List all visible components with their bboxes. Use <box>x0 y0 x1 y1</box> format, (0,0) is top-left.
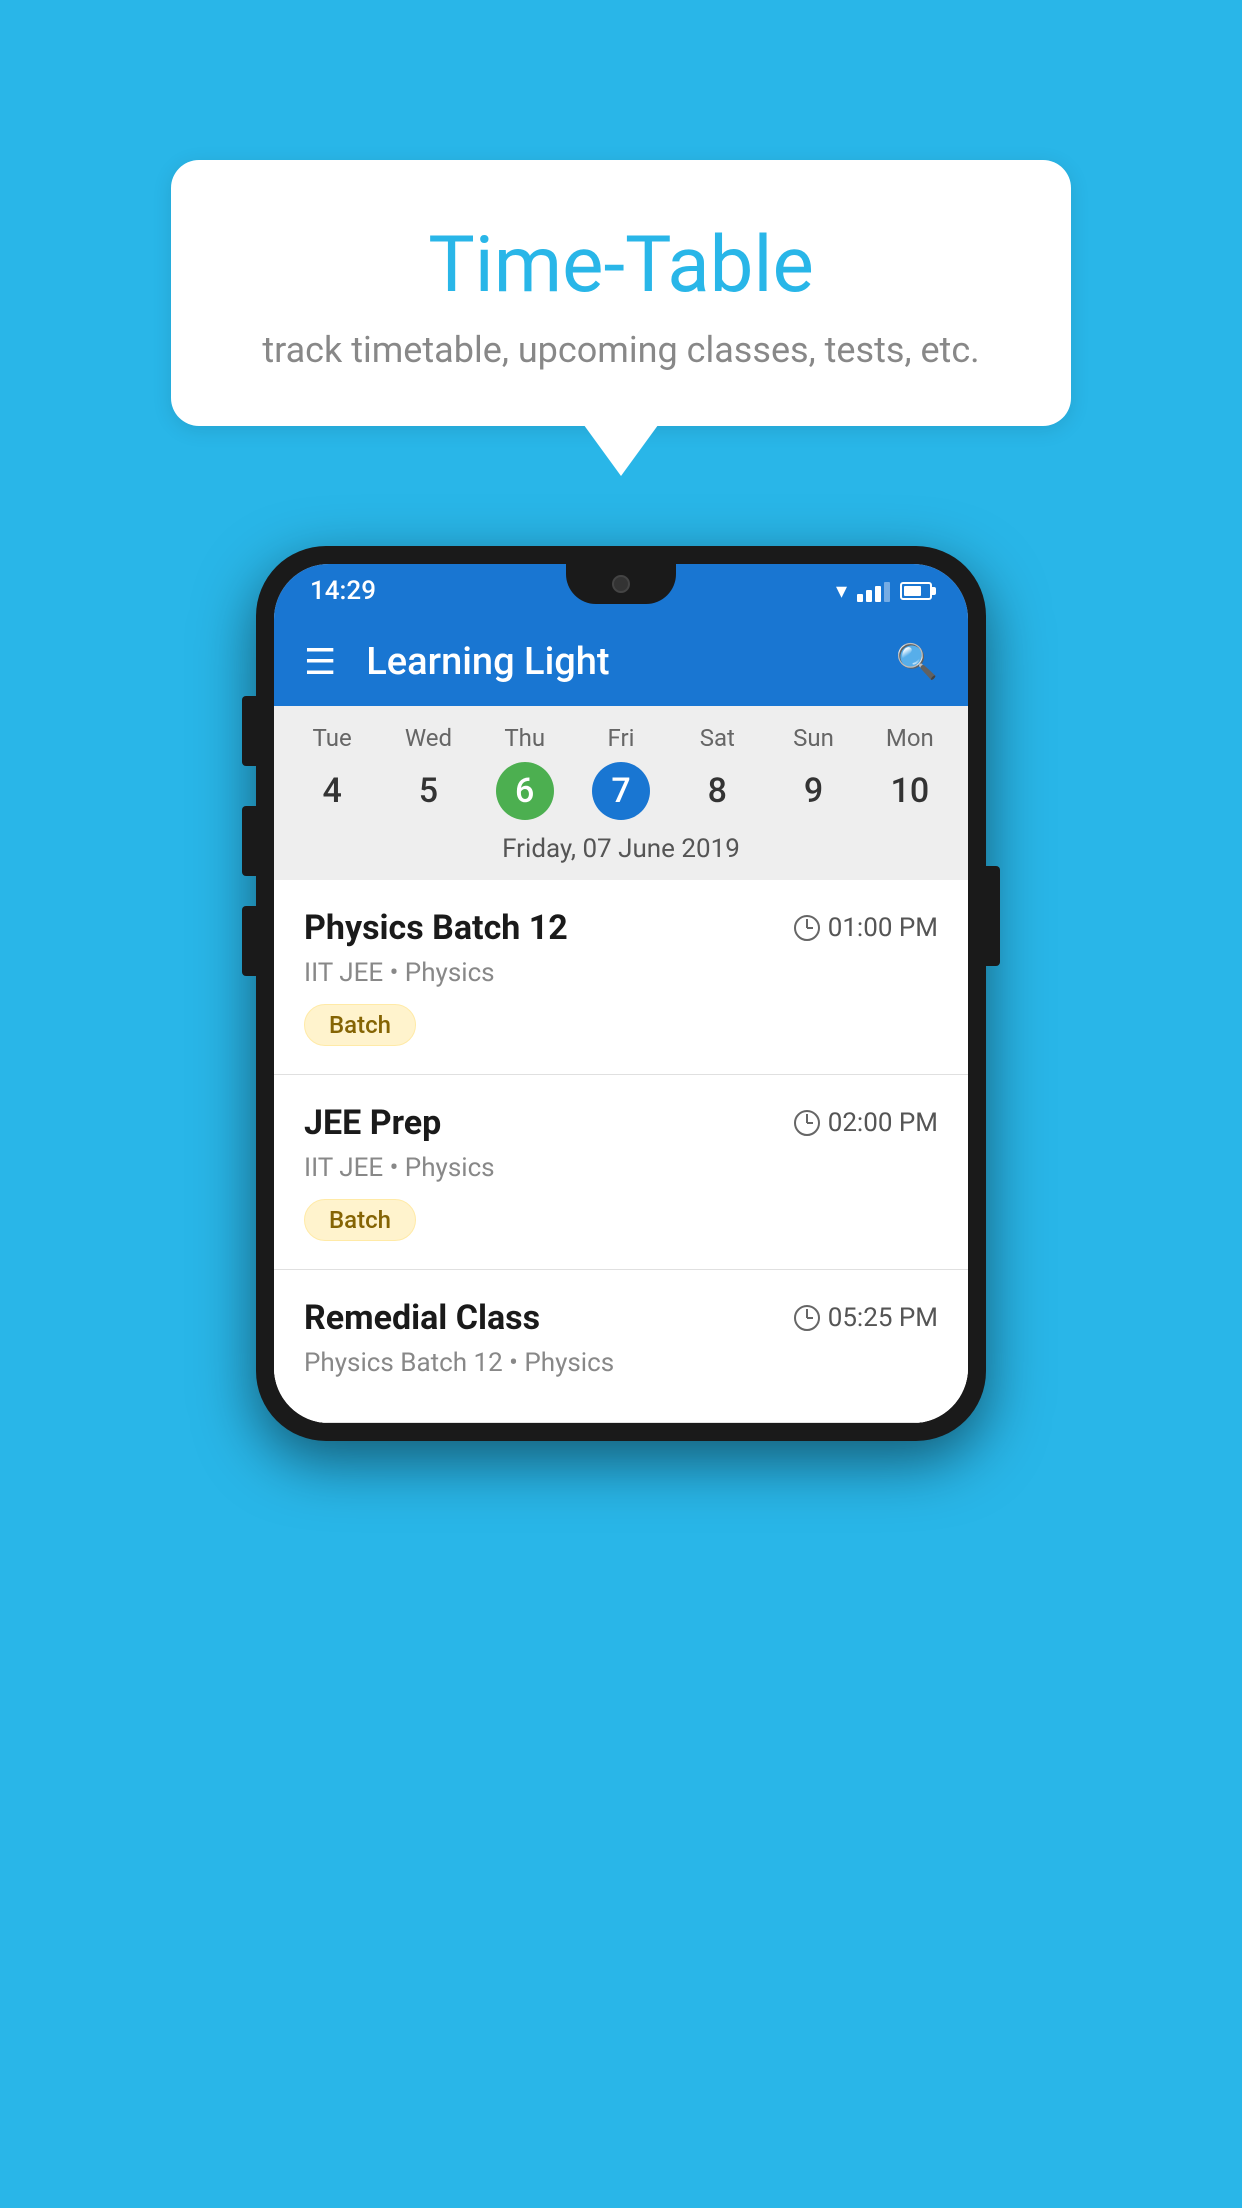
day-cell[interactable]: Mon 10 <box>865 724 955 820</box>
day-number[interactable]: 5 <box>399 762 457 820</box>
notch <box>566 564 676 604</box>
battery-icon <box>900 582 932 600</box>
day-name: Fri <box>608 724 635 752</box>
schedule-item-header: Remedial Class 05:25 PM <box>304 1298 938 1338</box>
camera-dot <box>612 575 630 593</box>
phone-mockup: 14:29 ▾ <box>256 546 986 1441</box>
day-cell[interactable]: Sat 8 <box>672 724 762 820</box>
bubble-subtitle: track timetable, upcoming classes, tests… <box>251 329 991 371</box>
day-name: Sat <box>700 724 735 752</box>
day-number[interactable]: 9 <box>785 762 843 820</box>
schedule-list: Physics Batch 12 01:00 PM IIT JEE • Physic… <box>274 880 968 1423</box>
schedule-item-header: Physics Batch 12 01:00 PM <box>304 908 938 948</box>
schedule-item-header: JEE Prep 02:00 PM <box>304 1103 938 1143</box>
day-number[interactable]: 8 <box>688 762 746 820</box>
clock-icon <box>794 915 820 941</box>
day-name: Thu <box>504 724 545 752</box>
day-number[interactable]: 7 <box>592 762 650 820</box>
phone-wrapper: 14:29 ▾ <box>241 546 1001 1441</box>
day-name: Mon <box>886 724 934 752</box>
batch-tag: Batch <box>304 1199 416 1241</box>
bubble-title: Time-Table <box>251 220 991 311</box>
day-cell[interactable]: Thu 6 <box>480 724 570 820</box>
day-number[interactable]: 6 <box>496 762 554 820</box>
status-time: 14:29 <box>310 576 376 606</box>
schedule-item-title: Remedial Class <box>304 1298 540 1338</box>
app-title: Learning Light <box>366 640 895 684</box>
day-name: Sun <box>793 724 834 752</box>
signal-icon <box>857 580 890 602</box>
schedule-item[interactable]: Remedial Class 05:25 PM Physics Batch 12 •… <box>274 1270 968 1423</box>
phone-screen: 14:29 ▾ <box>274 564 968 1423</box>
day-number[interactable]: 4 <box>303 762 361 820</box>
status-bar: 14:29 ▾ <box>274 564 968 618</box>
time-text: 02:00 PM <box>828 1108 938 1138</box>
schedule-item-subtitle: IIT JEE • Physics <box>304 1153 938 1183</box>
wifi-icon: ▾ <box>836 579 847 604</box>
schedule-item-time: 05:25 PM <box>794 1303 938 1333</box>
clock-icon <box>794 1110 820 1136</box>
day-cell[interactable]: Fri 7 <box>576 724 666 820</box>
status-icons: ▾ <box>836 579 932 604</box>
day-cell[interactable]: Wed 5 <box>383 724 473 820</box>
days-row: Tue 4 Wed 5 Thu 6 Fri 7 Sat 8 Sun 9 Mon 10 <box>274 724 968 820</box>
schedule-item[interactable]: JEE Prep 02:00 PM IIT JEE • Physics Batch <box>274 1075 968 1270</box>
day-cell[interactable]: Tue 4 <box>287 724 377 820</box>
schedule-item[interactable]: Physics Batch 12 01:00 PM IIT JEE • Physic… <box>274 880 968 1075</box>
schedule-item-time: 02:00 PM <box>794 1108 938 1138</box>
schedule-item-subtitle: Physics Batch 12 • Physics <box>304 1348 938 1378</box>
search-icon[interactable]: 🔍 <box>896 642 938 682</box>
time-text: 01:00 PM <box>828 913 938 943</box>
schedule-item-title: Physics Batch 12 <box>304 908 568 948</box>
batch-tag: Batch <box>304 1004 416 1046</box>
day-number[interactable]: 10 <box>881 762 939 820</box>
schedule-item-subtitle: IIT JEE • Physics <box>304 958 938 988</box>
speech-bubble-container: Time-Table track timetable, upcoming cla… <box>171 160 1071 426</box>
schedule-item-title: JEE Prep <box>304 1103 441 1143</box>
calendar-strip: Tue 4 Wed 5 Thu 6 Fri 7 Sat 8 Sun 9 Mon 10 Friday, 07… <box>274 706 968 880</box>
speech-bubble: Time-Table track timetable, upcoming cla… <box>171 160 1071 426</box>
hamburger-icon[interactable]: ☰ <box>304 644 336 680</box>
selected-date-label: Friday, 07 June 2019 <box>274 820 968 880</box>
day-name: Tue <box>313 724 352 752</box>
time-text: 05:25 PM <box>828 1303 938 1333</box>
schedule-item-time: 01:00 PM <box>794 913 938 943</box>
day-cell[interactable]: Sun 9 <box>769 724 859 820</box>
day-name: Wed <box>405 724 452 752</box>
clock-icon <box>794 1305 820 1331</box>
app-bar: ☰ Learning Light 🔍 <box>274 618 968 706</box>
